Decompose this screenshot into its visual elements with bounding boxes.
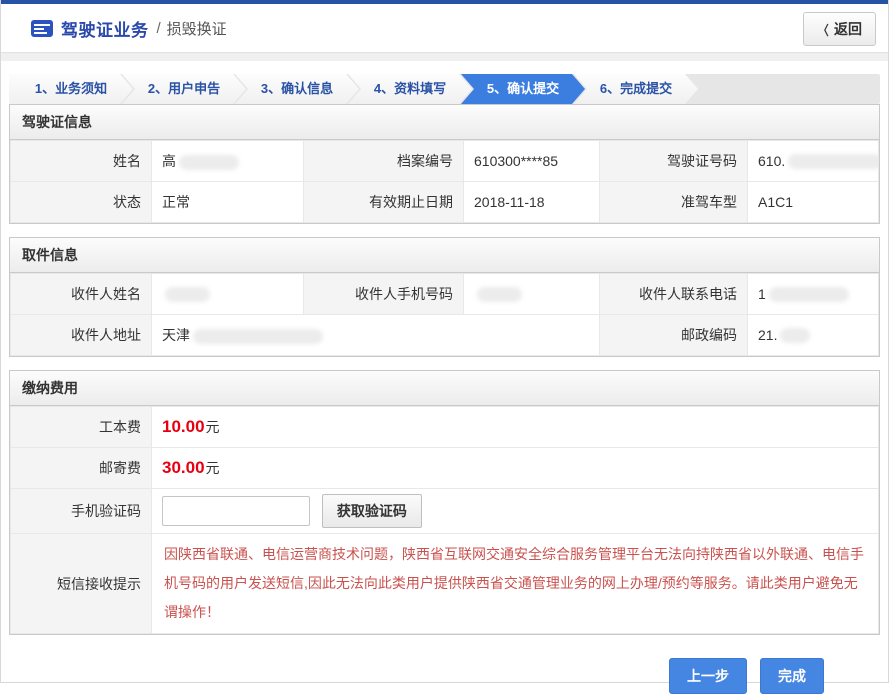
vehicle-class-label: 准驾车型 xyxy=(600,182,748,223)
payment-fees-table: 工本费 10.00元 邮寄费 30.00元 手机验证码 获取验证码 短信接收提示… xyxy=(10,406,879,634)
redaction-blur xyxy=(769,287,849,302)
vehicle-class-value: A1C1 xyxy=(748,182,879,223)
redaction-blur xyxy=(788,154,878,169)
pickup-info-table: 收件人姓名 收件人手机号码 收件人联系电话 1 收件人地址 天津 邮政编码 21… xyxy=(10,273,879,356)
license-number-label: 驾驶证号码 xyxy=(600,141,748,182)
sms-notice-cell: 因陕西省联通、电信运营商技术问题，陕西省互联网交通安全综合服务管理平台无法向持陕… xyxy=(152,534,879,634)
page-container: 驾驶证业务 / 损毁换证 〈 返回 1、业务须知 2、用户申告 3、确认信息 4… xyxy=(0,0,889,683)
sms-notice-label: 短信接收提示 xyxy=(11,534,152,634)
breadcrumb-separator: / xyxy=(157,20,161,37)
table-row: 工本费 10.00元 xyxy=(11,407,879,448)
postage-fee-value: 30.00元 xyxy=(152,448,879,489)
status-value: 正常 xyxy=(152,182,304,223)
pickup-info-title: 取件信息 xyxy=(10,238,879,273)
page-header: 驾驶证业务 / 损毁换证 〈 返回 xyxy=(1,4,888,52)
redaction-blur xyxy=(780,328,810,343)
recipient-address-label: 收件人地址 xyxy=(11,315,152,356)
expiry-date-label: 有效期止日期 xyxy=(304,182,464,223)
sms-code-label: 手机验证码 xyxy=(11,489,152,534)
payment-fees-title: 缴纳费用 xyxy=(10,371,879,406)
breadcrumb-current: 损毁换证 xyxy=(167,18,227,39)
fee-amount: 30.00 xyxy=(162,458,205,477)
recipient-name-label: 收件人姓名 xyxy=(11,274,152,315)
redaction-blur xyxy=(477,287,522,302)
recipient-mobile-label: 收件人手机号码 xyxy=(304,274,464,315)
header-divider xyxy=(1,52,888,61)
fee-unit: 元 xyxy=(206,419,220,435)
step-4-fill-data: 4、资料填写 xyxy=(348,74,472,104)
table-row: 收件人姓名 收件人手机号码 收件人联系电话 1 xyxy=(11,274,879,315)
back-arrow-icon: 〈 xyxy=(818,20,828,39)
step-6-finish-submit: 6、完成提交 xyxy=(574,74,698,104)
step-5-confirm-submit: 5、确认提交 xyxy=(461,74,585,104)
back-button-label: 返回 xyxy=(834,19,862,39)
name-value: 高 xyxy=(152,141,304,182)
step-progress-bar: 1、业务须知 2、用户申告 3、确认信息 4、资料填写 5、确认提交 6、完成提… xyxy=(9,74,880,104)
license-number-value: 610. xyxy=(748,141,879,182)
status-label: 状态 xyxy=(11,182,152,223)
sms-code-input[interactable] xyxy=(162,496,310,526)
sms-code-cell: 获取验证码 xyxy=(152,489,879,534)
table-row: 手机验证码 获取验证码 xyxy=(11,489,879,534)
recipient-phone-label: 收件人联系电话 xyxy=(600,274,748,315)
fee-unit: 元 xyxy=(206,460,220,476)
table-row: 状态 正常 有效期止日期 2018-11-18 准驾车型 A1C1 xyxy=(11,182,879,223)
get-sms-code-button[interactable]: 获取验证码 xyxy=(322,494,422,528)
postage-fee-label: 邮寄费 xyxy=(11,448,152,489)
license-info-title: 驾驶证信息 xyxy=(10,105,879,140)
name-label: 姓名 xyxy=(11,141,152,182)
postcode-value: 21. xyxy=(748,315,879,356)
page-title: 驾驶证业务 xyxy=(61,16,149,41)
step-3-confirm-info: 3、确认信息 xyxy=(235,74,359,104)
previous-step-button[interactable]: 上一步 xyxy=(669,658,747,694)
table-row: 短信接收提示 因陕西省联通、电信运营商技术问题，陕西省互联网交通安全综合服务管理… xyxy=(11,534,879,634)
redaction-blur xyxy=(193,329,323,344)
license-card-icon xyxy=(31,20,53,37)
back-button[interactable]: 〈 返回 xyxy=(803,12,876,46)
table-row: 收件人地址 天津 邮政编码 21. xyxy=(11,315,879,356)
step-1-business-notice: 1、业务须知 xyxy=(9,74,133,104)
recipient-mobile-value xyxy=(464,274,600,315)
payment-fees-panel: 缴纳费用 工本费 10.00元 邮寄费 30.00元 手机验证码 获取验证码 短… xyxy=(9,370,880,635)
license-info-panel: 驾驶证信息 姓名 高 档案编号 610300****85 驾驶证号码 610. … xyxy=(9,104,880,224)
wizard-footer: 上一步 完成 xyxy=(1,648,888,694)
file-number-label: 档案编号 xyxy=(304,141,464,182)
redaction-blur xyxy=(179,155,239,170)
redaction-blur xyxy=(165,287,210,302)
table-row: 邮寄费 30.00元 xyxy=(11,448,879,489)
table-row: 姓名 高 档案编号 610300****85 驾驶证号码 610. xyxy=(11,141,879,182)
fee-amount: 10.00 xyxy=(162,417,205,436)
finish-button[interactable]: 完成 xyxy=(760,658,824,694)
pickup-info-panel: 取件信息 收件人姓名 收件人手机号码 收件人联系电话 1 收件人地址 天津 邮政… xyxy=(9,237,880,357)
sms-notice-text: 因陕西省联通、电信运营商技术问题，陕西省互联网交通安全综合服务管理平台无法向持陕… xyxy=(162,534,868,633)
recipient-name-value xyxy=(152,274,304,315)
license-info-table: 姓名 高 档案编号 610300****85 驾驶证号码 610. 状态 正常 … xyxy=(10,140,879,223)
step-2-user-declaration: 2、用户申告 xyxy=(122,74,246,104)
recipient-address-value: 天津 xyxy=(152,315,600,356)
postcode-label: 邮政编码 xyxy=(600,315,748,356)
expiry-date-value: 2018-11-18 xyxy=(464,182,600,223)
recipient-phone-value: 1 xyxy=(748,274,879,315)
file-number-value: 610300****85 xyxy=(464,141,600,182)
production-cost-label: 工本费 xyxy=(11,407,152,448)
production-cost-value: 10.00元 xyxy=(152,407,879,448)
